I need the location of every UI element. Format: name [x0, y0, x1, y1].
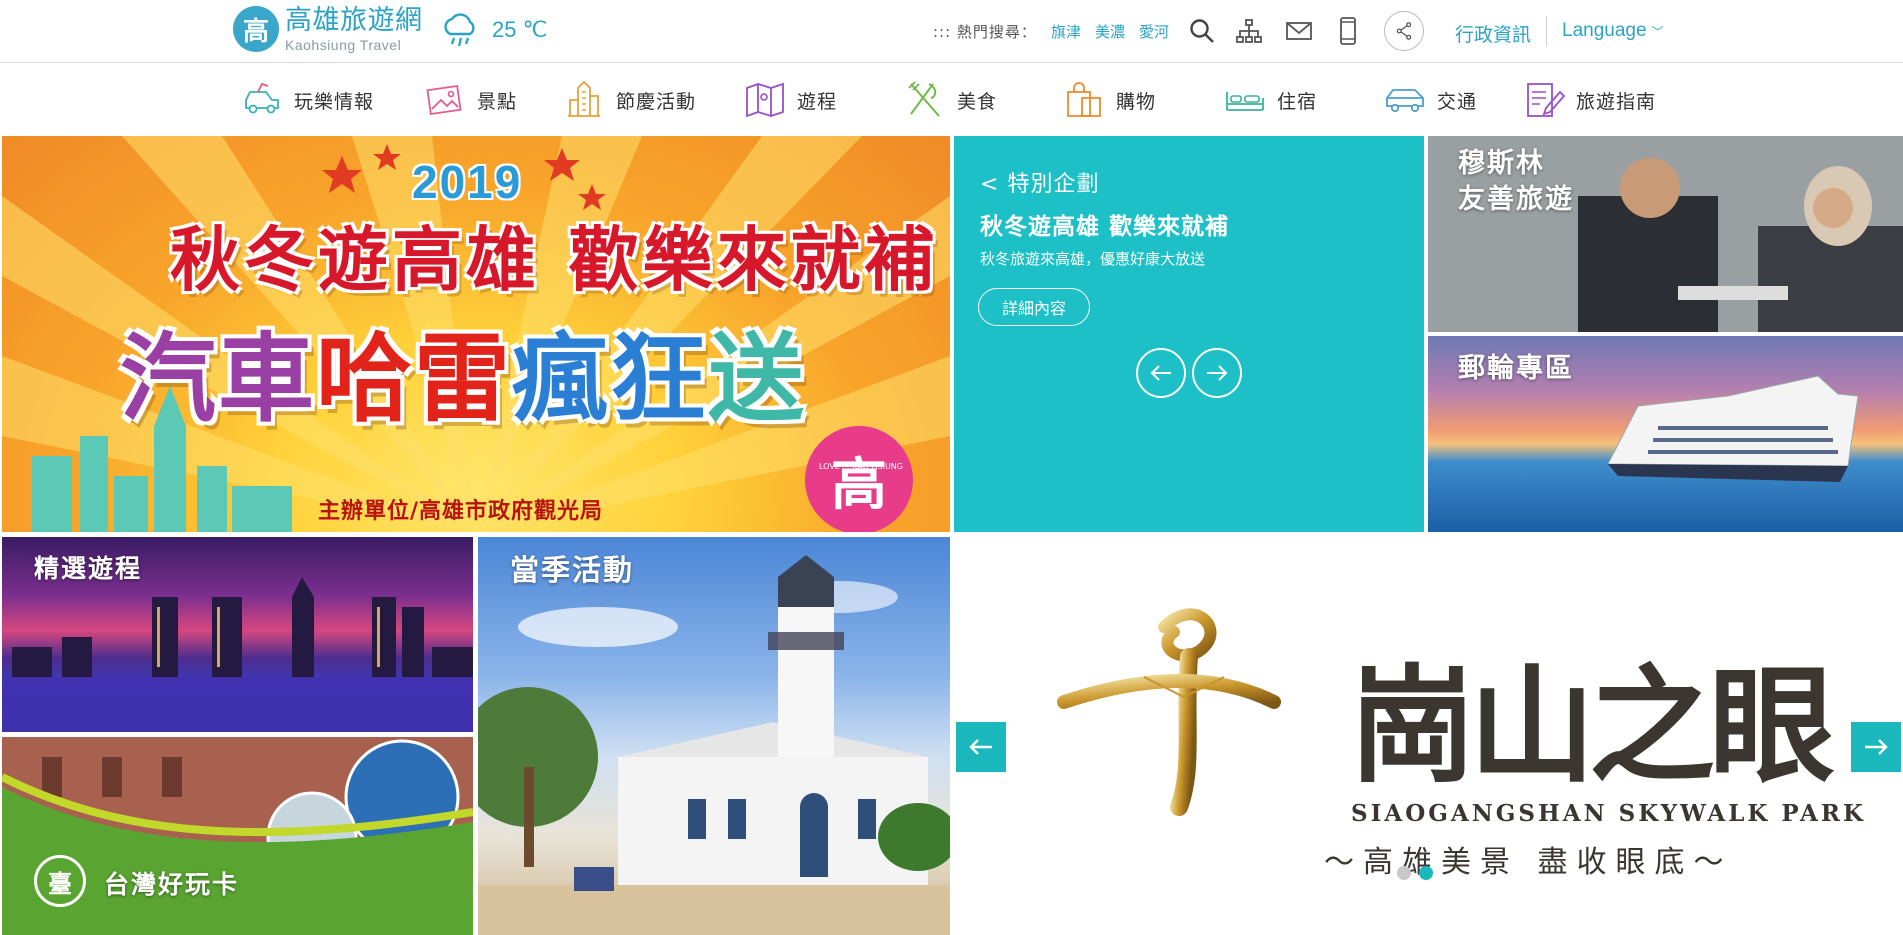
- temperature: 25 ℃: [492, 17, 548, 42]
- seasonal-events-tile[interactable]: 當季活動: [478, 537, 950, 935]
- nav-item-accommodation[interactable]: 住宿: [1223, 78, 1317, 122]
- notepad-icon: [1527, 83, 1566, 117]
- site-logo[interactable]: 高 高雄旅遊網 Kaohsiung Travel: [233, 6, 423, 52]
- banner-year: 2019: [412, 156, 523, 208]
- back-chevron-icon: <: [980, 172, 1000, 197]
- skywalk-english-name: SIAOGANGSHAN SKYWALK PARK: [1351, 800, 1866, 827]
- weather-widget: 25 ℃: [440, 12, 547, 48]
- nav-label: 景點: [477, 90, 518, 113]
- mobile-button[interactable]: [1331, 14, 1365, 48]
- taiwan-pass-photo: [2, 737, 473, 935]
- nav-item-shopping[interactable]: 購物: [1062, 78, 1156, 122]
- nav-item-fun-info[interactable]: 玩樂情報: [240, 78, 374, 122]
- nav-label: 住宿: [1277, 90, 1318, 113]
- nav-label: 交通: [1437, 90, 1478, 113]
- gov-info-link[interactable]: 行政資訊: [1455, 20, 1531, 47]
- special-plan-heading[interactable]: < 特別企劃: [980, 166, 1099, 198]
- language-dropdown[interactable]: Language ﹀: [1562, 20, 1664, 42]
- hot-search-label: ::: 熱門搜尋：: [933, 23, 1037, 41]
- banner-organizer: 主辦單位/高雄市政府觀光局: [318, 499, 604, 524]
- main-nav: 玩樂情報 景點 節慶活動 遊程 美食 購物 住宿 交通 旅遊指南: [0, 64, 1903, 136]
- logo-subtitle: Kaohsiung Travel: [285, 36, 402, 53]
- nav-item-tours[interactable]: 遊程: [743, 78, 837, 122]
- special-plan-title: 秋冬遊高雄 歡樂來就補: [980, 214, 1230, 240]
- mail-icon: [1286, 22, 1312, 40]
- featured-tours-title: 精選遊程: [34, 554, 143, 583]
- nav-item-festivals[interactable]: 節慶活動: [562, 78, 696, 122]
- hot-search: ::: 熱門搜尋： 旗津 美濃 愛河: [933, 21, 1169, 42]
- nav-label: 玩樂情報: [294, 90, 375, 113]
- car-icon: [245, 82, 279, 114]
- skywalk-tagline: ～高雄美景 盡收眼底～: [1324, 845, 1733, 880]
- building-icon: [568, 80, 600, 117]
- hot-link-love-river[interactable]: 愛河: [1139, 21, 1169, 42]
- skywalk-slideshow[interactable]: 崗山之眼 SIAOGANGSHAN SKYWALK PARK ～高雄美景 盡收眼…: [954, 537, 1903, 935]
- arrow-left-icon: [1150, 365, 1171, 381]
- hot-link-cijin[interactable]: 旗津: [1051, 21, 1081, 42]
- sitemap-icon: [1236, 19, 1262, 43]
- mobile-phone-icon: [1340, 17, 1356, 45]
- rain-cloud-icon: [444, 13, 475, 47]
- logo-mark: 高: [233, 6, 279, 52]
- slideshow-prev-button[interactable]: [956, 722, 1006, 772]
- nav-label: 購物: [1116, 90, 1157, 113]
- slideshow-dots: [1397, 866, 1441, 880]
- hot-link-meinong[interactable]: 美濃: [1095, 21, 1125, 42]
- banner-headline: 秋冬遊高雄 歡樂來就補: [170, 219, 939, 301]
- love-kaohsiung-badge: LOVE 高 KAO HSIUNG: [805, 426, 913, 532]
- picture-icon: [426, 85, 462, 115]
- nav-label: 遊程: [797, 90, 838, 113]
- fork-knife-icon: [908, 81, 940, 117]
- arrow-left-icon: [969, 739, 992, 755]
- nav-item-transport[interactable]: 交通: [1383, 78, 1477, 122]
- bed-icon: [1226, 92, 1264, 111]
- nav-item-travel-guide[interactable]: 旅遊指南: [1522, 78, 1656, 122]
- header-divider: [1546, 16, 1547, 46]
- slide-dot[interactable]: [1397, 866, 1411, 880]
- nav-item-attractions[interactable]: 景點: [423, 78, 517, 122]
- lighthouse-photo: [478, 555, 950, 935]
- skywalk-logo-mark: [1057, 608, 1281, 816]
- slideshow-next-button[interactable]: [1851, 722, 1901, 772]
- top-bar: 高 高雄旅遊網 Kaohsiung Travel 25 ℃ ::: 熱門搜尋： …: [0, 0, 1903, 63]
- vehicle-icon: [1386, 89, 1424, 113]
- arrow-right-icon: [1865, 739, 1888, 755]
- muslim-tile-title: 穆斯林 友善旅遊: [1458, 148, 1574, 215]
- sitemap-button[interactable]: [1232, 14, 1266, 48]
- seasonal-events-title: 當季活動: [510, 553, 635, 587]
- details-button[interactable]: 詳細內容: [978, 288, 1090, 326]
- main-promo-banner[interactable]: 2019 秋冬遊高雄 歡樂來就補 汽車哈雷瘋狂送 主辦單位/高雄市政府觀光局 L…: [2, 136, 950, 532]
- share-button[interactable]: [1384, 11, 1424, 51]
- contact-button[interactable]: [1282, 14, 1316, 48]
- search-icon: [1190, 19, 1214, 43]
- cruise-tile[interactable]: 郵輪專區: [1428, 336, 1903, 532]
- taiwan-pass-tile[interactable]: 臺 台灣好玩卡: [2, 737, 473, 935]
- share-icon: [1396, 22, 1412, 40]
- nav-label: 美食: [957, 90, 998, 113]
- search-button[interactable]: [1185, 14, 1219, 48]
- next-slide-button[interactable]: [1192, 348, 1242, 398]
- nav-item-food[interactable]: 美食: [903, 78, 997, 122]
- taiwan-pass-title: 台灣好玩卡: [104, 870, 240, 899]
- cruise-tile-title: 郵輪專區: [1458, 353, 1574, 384]
- slide-dot-active[interactable]: [1419, 866, 1433, 880]
- taiwan-pass-logo-icon: 臺: [34, 855, 86, 907]
- map-icon: [746, 82, 784, 118]
- language-label: Language: [1562, 20, 1647, 41]
- special-plan-panel: < 特別企劃 秋冬遊高雄 歡樂來就補 秋冬旅遊來高雄，優惠好康大放送 詳細內容: [954, 136, 1424, 532]
- shopping-bag-icon: [1067, 82, 1101, 117]
- featured-tours-tile[interactable]: 精選遊程: [2, 537, 473, 732]
- skywalk-logo-text: 崗山之眼: [1349, 652, 1835, 800]
- prev-slide-button[interactable]: [1136, 348, 1186, 398]
- logo-title: 高雄旅遊網: [285, 4, 423, 36]
- chevron-down-icon: ﹀: [1651, 24, 1664, 39]
- muslim-friendly-tile[interactable]: 穆斯林 友善旅遊: [1428, 136, 1903, 332]
- banner-slogan: 汽車哈雷瘋狂送: [120, 323, 806, 435]
- arrow-right-icon: [1207, 365, 1228, 381]
- nav-label: 節慶活動: [616, 90, 697, 113]
- special-plan-desc: 秋冬旅遊來高雄，優惠好康大放送: [980, 250, 1206, 268]
- nav-label: 旅遊指南: [1576, 90, 1657, 113]
